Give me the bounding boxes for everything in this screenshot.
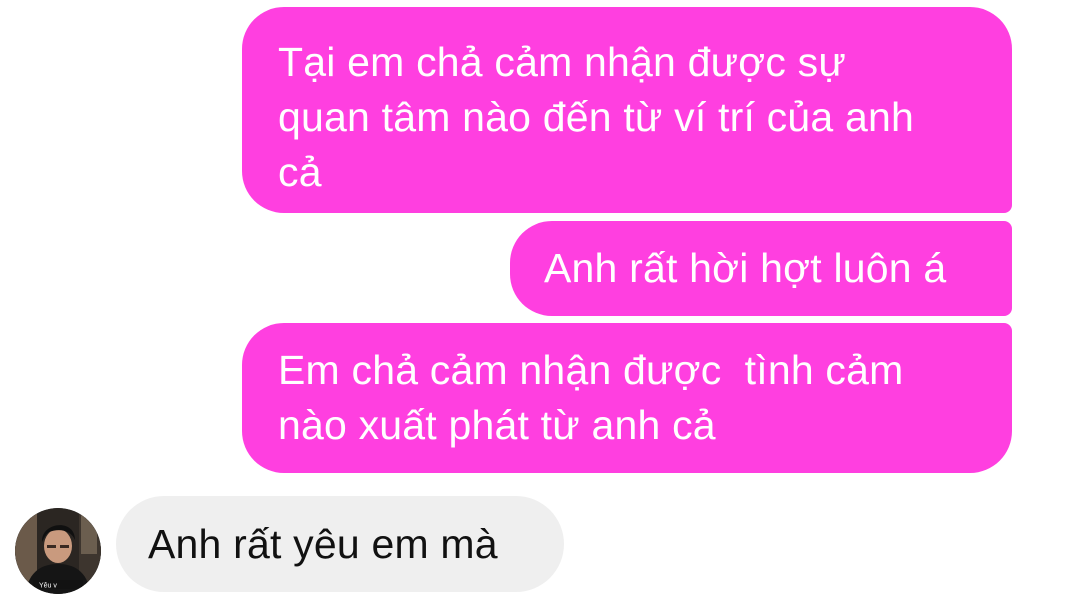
- message-text: Anh rất hời hợt luôn á: [544, 245, 947, 291]
- message-text: Em chả cảm nhận được tình cảm nào xuất p…: [278, 347, 904, 448]
- outgoing-message-bubble[interactable]: Tại em chả cảm nhận được sự quan tâm nào…: [242, 7, 1012, 213]
- sender-avatar[interactable]: Yêu v: [15, 508, 101, 594]
- outgoing-message-bubble[interactable]: Anh rất hời hợt luôn á: [510, 221, 1012, 316]
- profile-photo-icon: Yêu v: [15, 508, 101, 594]
- incoming-message-bubble[interactable]: Anh rất yêu em mà: [116, 496, 564, 592]
- avatar-caption: Yêu v: [39, 583, 57, 590]
- message-text: Tại em chả cảm nhận được sự quan tâm nào…: [278, 39, 914, 195]
- chat-thread: Tại em chả cảm nhận được sự quan tâm nào…: [0, 0, 1080, 596]
- message-text: Anh rất yêu em mà: [148, 521, 498, 567]
- outgoing-message-bubble[interactable]: Em chả cảm nhận được tình cảm nào xuất p…: [242, 323, 1012, 473]
